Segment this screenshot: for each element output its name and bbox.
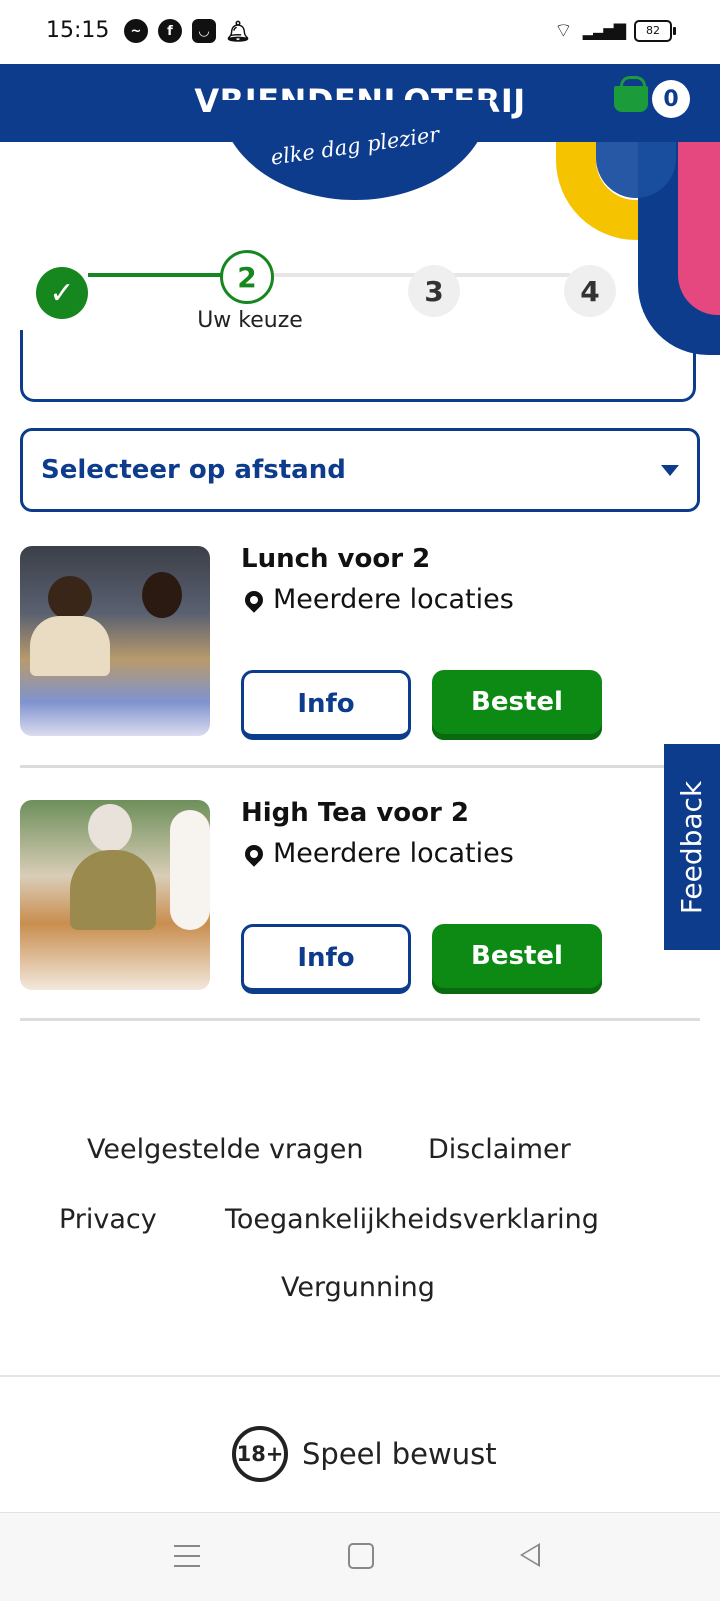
product-location-text: Meerdere locaties [273, 838, 514, 869]
product-location-text: Meerdere locaties [273, 584, 514, 615]
product-location: Meerdere locaties [241, 584, 514, 615]
play-responsibly-text: Speel bewust [302, 1437, 497, 1471]
bell-icon: 🔔︎ [225, 19, 251, 43]
photo-person [48, 576, 92, 620]
status-bar: 15:15 ~ f ◡ 🔔︎ ⌔ ▂▃▅▇ 82 [0, 0, 720, 64]
info-button[interactable]: Info [241, 924, 411, 994]
distance-select[interactable]: Selecteer op afstand [20, 428, 700, 512]
stepper-progress-line [88, 273, 222, 277]
product-location: Meerdere locaties [241, 838, 514, 869]
play-responsibly[interactable]: 18+ Speel bewust [232, 1426, 497, 1482]
back-icon[interactable] [520, 1543, 540, 1567]
battery-level: 82 [646, 24, 660, 37]
battery-icon: 82 [634, 19, 676, 42]
photo-person [88, 804, 132, 852]
caret-down-icon [661, 465, 679, 476]
photo-person-body [30, 616, 110, 676]
cart-count: 0 [652, 80, 690, 118]
home-icon[interactable] [348, 1543, 374, 1569]
product-photo-high-tea [20, 800, 210, 990]
basket-icon [614, 76, 648, 112]
order-button[interactable]: Bestel [432, 670, 602, 740]
step-3: 3 [408, 265, 460, 317]
step-2-active: 2 [220, 250, 274, 304]
info-button[interactable]: Info [241, 670, 411, 740]
divider [20, 1018, 700, 1021]
decor-pink-shape [678, 140, 720, 315]
recent-apps-icon[interactable] [174, 1545, 200, 1567]
product-title: Lunch voor 2 [241, 544, 431, 574]
footer-link-privacy[interactable]: Privacy [59, 1204, 157, 1235]
photo-person [142, 572, 182, 618]
location-pin-icon [241, 586, 267, 613]
messenger-icon: ~ [124, 19, 148, 43]
product-title: High Tea voor 2 [241, 798, 469, 828]
step-1-completed[interactable]: ✓ [36, 267, 88, 319]
photo-person-body [70, 850, 156, 930]
checkmark-icon: ✓ [49, 275, 75, 311]
age-18-icon: 18+ [232, 1426, 288, 1482]
previous-filter-box[interactable] [20, 330, 696, 402]
facebook-icon: f [158, 19, 182, 43]
footer-divider [0, 1375, 720, 1377]
divider [20, 765, 700, 768]
cart-button[interactable]: 0 [614, 76, 690, 118]
feedback-tab[interactable]: Feedback [664, 744, 720, 950]
status-indicators: ⌔ ▂▃▅▇ 82 [553, 18, 676, 43]
wifi-icon: ⌔ [553, 18, 573, 42]
signal-icon: ▂▃▅▇ [582, 21, 626, 40]
product-photo-lunch [20, 546, 210, 736]
location-pin-icon [241, 840, 267, 867]
app-icon: ◡ [192, 19, 216, 43]
footer-link-faq[interactable]: Veelgestelde vragen [87, 1134, 363, 1165]
status-time: 15:15 [46, 18, 110, 43]
feedback-label: Feedback [675, 780, 709, 914]
step-4: 4 [564, 265, 616, 317]
footer-link-license[interactable]: Vergunning [281, 1272, 435, 1303]
order-button[interactable]: Bestel [432, 924, 602, 994]
system-nav-bar [0, 1512, 720, 1601]
distance-select-label: Selecteer op afstand [41, 455, 346, 485]
footer-link-accessibility[interactable]: Toegankelijkheidsverklaring [225, 1204, 599, 1235]
footer-link-disclaimer[interactable]: Disclaimer [428, 1134, 571, 1165]
photo-person [170, 810, 210, 930]
notification-icons: ~ f ◡ 🔔︎ [124, 19, 251, 43]
